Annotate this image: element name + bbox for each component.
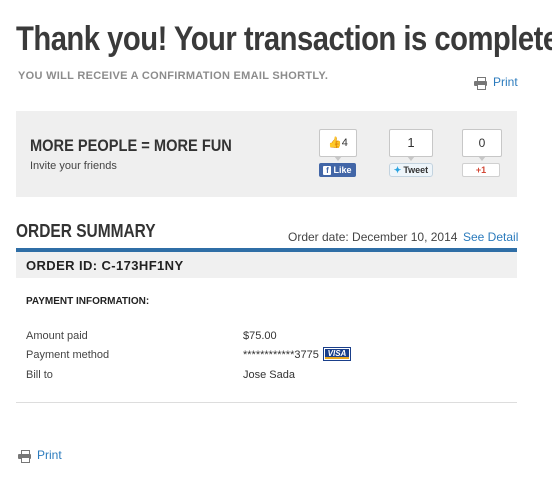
confirmation-subtitle: YOU WILL RECEIVE A CONFIRMATION EMAIL SH…: [18, 70, 329, 82]
payment-heading: PAYMENT INFORMATION:: [26, 296, 150, 307]
google-plus-one-button[interactable]: +1: [462, 163, 500, 177]
facebook-like-button[interactable]: f Like: [319, 163, 356, 177]
print-label: Print: [37, 448, 62, 462]
google-plus-one-label: +1: [475, 165, 487, 175]
printer-icon: [18, 449, 31, 463]
order-summary-title: ORDER SUMMARY: [16, 221, 156, 241]
bill-to-value: Jose Sada: [243, 369, 295, 381]
see-detail-link[interactable]: See Detail: [463, 230, 518, 244]
bottom-divider: [16, 402, 517, 403]
tweet-count: 1: [389, 129, 433, 161]
tweet-button[interactable]: ✦ Tweet: [389, 163, 433, 177]
printer-icon: [474, 76, 487, 90]
order-id: ORDER ID: C-173HF1NY: [26, 258, 184, 273]
page-title: Thank you! Your transaction is complete.: [16, 20, 552, 58]
print-label: Print: [493, 75, 518, 89]
facebook-like-count: 👍4: [319, 129, 357, 161]
order-date: Order date: December 10, 2014: [288, 230, 458, 244]
facebook-icon: f: [323, 165, 332, 175]
payment-method-label: Payment method: [26, 349, 110, 361]
share-title: MORE PEOPLE = MORE FUN: [30, 136, 232, 155]
payment-method-value: ************3775: [243, 349, 319, 361]
bill-to-label: Bill to: [26, 369, 53, 381]
print-link-bottom[interactable]: Print: [18, 448, 62, 463]
amount-paid-label: Amount paid: [26, 330, 88, 342]
share-subtitle: Invite your friends: [30, 160, 117, 172]
google-plus-count: 0: [462, 129, 502, 161]
visa-card-icon: VISA: [323, 347, 351, 361]
amount-paid-value: $75.00: [243, 330, 277, 342]
twitter-bird-icon: ✦: [393, 164, 402, 175]
print-link-top[interactable]: Print: [474, 75, 518, 90]
facebook-like-label: Like: [333, 165, 352, 175]
thumbs-up-icon: 👍: [328, 137, 342, 149]
tweet-label: Tweet: [403, 165, 429, 175]
